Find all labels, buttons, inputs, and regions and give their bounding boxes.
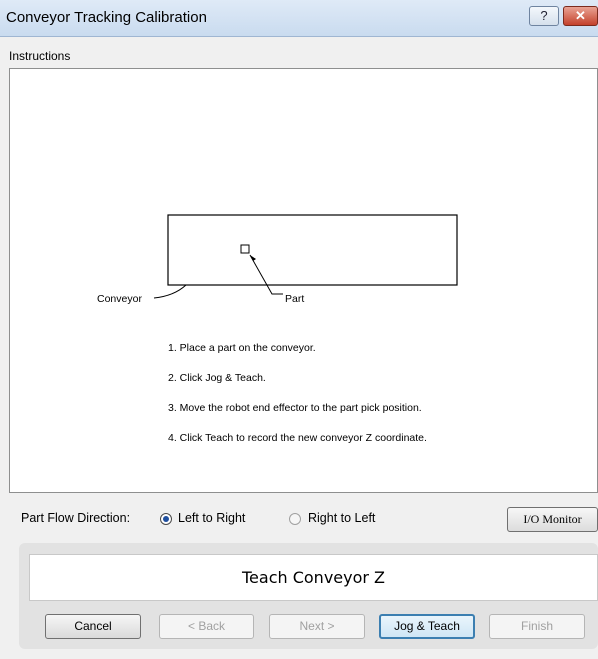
left-to-right-label[interactable]: Left to Right bbox=[178, 511, 245, 525]
right-to-left-label[interactable]: Right to Left bbox=[308, 511, 375, 525]
conveyor-diagram: Conveyor Part bbox=[97, 214, 458, 305]
instruction-step-3: 3. Move the robot end effector to the pa… bbox=[168, 402, 422, 414]
io-monitor-button[interactable]: I/O Monitor bbox=[507, 507, 598, 532]
instruction-step-1: 1. Place a part on the conveyor. bbox=[168, 342, 316, 354]
step-title: Teach Conveyor Z bbox=[241, 568, 386, 587]
jog-teach-button[interactable]: Jog & Teach bbox=[379, 614, 475, 639]
window-title: Conveyor Tracking Calibration bbox=[6, 9, 207, 26]
conveyor-label: Conveyor bbox=[97, 293, 142, 305]
next-button[interactable]: Next > bbox=[269, 614, 365, 639]
cancel-button[interactable]: Cancel bbox=[45, 614, 141, 639]
instructions-panel: Conveyor Part bbox=[9, 68, 598, 493]
part-square bbox=[240, 244, 250, 254]
instruction-step-4: 4. Click Teach to record the new conveyo… bbox=[168, 432, 427, 444]
help-button[interactable]: ? bbox=[529, 6, 559, 26]
right-to-left-radio[interactable] bbox=[289, 513, 301, 525]
part-label: Part bbox=[285, 293, 304, 305]
finish-button[interactable]: Finish bbox=[489, 614, 585, 639]
instructions-group-label: Instructions bbox=[9, 49, 71, 63]
part-leader-line bbox=[249, 254, 283, 295]
part-leader-arrow bbox=[250, 255, 256, 261]
part-flow-direction-label: Part Flow Direction: bbox=[21, 511, 131, 525]
back-button[interactable]: < Back bbox=[159, 614, 254, 639]
conveyor-leader-line bbox=[153, 284, 187, 299]
close-button[interactable]: ✕ bbox=[563, 6, 598, 26]
conveyor-rect bbox=[167, 214, 458, 286]
left-to-right-radio[interactable] bbox=[160, 513, 172, 525]
instruction-step-2: 2. Click Jog & Teach. bbox=[168, 372, 266, 384]
